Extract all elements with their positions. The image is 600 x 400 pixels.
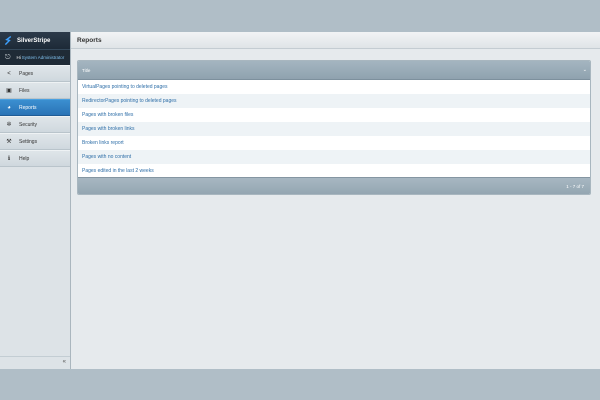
content-header: Reports xyxy=(71,32,600,49)
page-title: Reports xyxy=(77,36,102,44)
sidebar-item-label: Help xyxy=(19,155,30,162)
image-icon: ▣ xyxy=(6,88,12,94)
sidebar-item-label: Reports xyxy=(19,104,37,111)
user-bar: ⎋ Hi System Administrator xyxy=(0,49,70,65)
grid-body: VirtualPages pointing to deleted pages Re… xyxy=(78,80,590,178)
wrench-icon: ⚒ xyxy=(6,139,12,145)
table-row[interactable]: Pages with broken links xyxy=(78,122,590,136)
table-row[interactable]: Pages with no content xyxy=(78,150,590,164)
sidebar-item-label: Files xyxy=(19,87,30,94)
table-row[interactable]: Pages with broken files xyxy=(78,108,590,122)
silverstripe-logo-icon xyxy=(5,36,12,45)
report-link[interactable]: Pages edited in the last 2 weeks xyxy=(82,168,154,174)
sidebar-item-label: Settings xyxy=(19,138,38,145)
sidebar-item-reports[interactable]: ◕ Reports xyxy=(0,99,70,116)
sidebar-collapse-bar: « xyxy=(0,356,70,369)
sidebar: SilverStripe ⎋ Hi System Administrator <… xyxy=(0,32,71,369)
pagination-count: 1 - 7 of 7 xyxy=(566,184,584,189)
sidebar-item-security[interactable]: ✲ Security xyxy=(0,116,70,133)
table-row[interactable]: Pages edited in the last 2 weeks xyxy=(78,164,590,178)
sidebar-item-help[interactable]: ℹ Help xyxy=(0,150,70,167)
sidebar-item-files[interactable]: ▣ Files xyxy=(0,82,70,99)
table-row[interactable]: VirtualPages pointing to deleted pages xyxy=(78,80,590,94)
reports-grid: Title ⌄ VirtualPages pointing to deleted… xyxy=(77,60,591,195)
report-link[interactable]: Pages with broken files xyxy=(82,112,133,118)
collapse-sidebar-icon[interactable]: « xyxy=(63,359,66,365)
grid-header: Title ⌄ xyxy=(78,61,590,80)
brand-name: SilverStripe xyxy=(17,37,51,44)
main-content: Reports Title ⌄ VirtualPages pointing to… xyxy=(71,32,600,369)
info-icon: ℹ xyxy=(7,156,11,162)
sidebar-item-pages[interactable]: < Pages xyxy=(0,65,70,82)
report-link[interactable]: VirtualPages pointing to deleted pages xyxy=(82,84,168,90)
user-greeting: Hi xyxy=(16,55,21,60)
main-menu: < Pages ▣ Files ◕ Reports ✲ Security ⚒ Settings ℹ H… xyxy=(0,65,70,167)
cms-window: SilverStripe ⎋ Hi System Administrator <… xyxy=(0,32,600,369)
pie-chart-icon: ◕ xyxy=(7,104,11,111)
gear-icon: ✲ xyxy=(6,122,12,128)
report-link[interactable]: Pages with broken links xyxy=(82,126,135,132)
column-header-title[interactable]: Title xyxy=(82,68,90,73)
sort-icon[interactable]: ⌄ xyxy=(583,67,587,73)
sidebar-item-settings[interactable]: ⚒ Settings xyxy=(0,133,70,150)
sidebar-item-label: Pages xyxy=(19,70,34,77)
share-icon: < xyxy=(7,70,11,77)
report-link[interactable]: Pages with no content xyxy=(82,154,131,160)
table-row[interactable]: RedirectorPages pointing to deleted page… xyxy=(78,94,590,108)
logout-icon[interactable]: ⎋ xyxy=(5,54,11,61)
report-link[interactable]: RedirectorPages pointing to deleted page… xyxy=(82,98,177,104)
grid-footer: 1 - 7 of 7 xyxy=(78,177,590,194)
sidebar-item-label: Security xyxy=(19,121,38,128)
user-profile-link[interactable]: System Administrator xyxy=(22,55,65,60)
table-row[interactable]: Broken links report xyxy=(78,136,590,150)
report-link[interactable]: Broken links report xyxy=(82,140,124,146)
brand-bar[interactable]: SilverStripe xyxy=(0,32,70,49)
